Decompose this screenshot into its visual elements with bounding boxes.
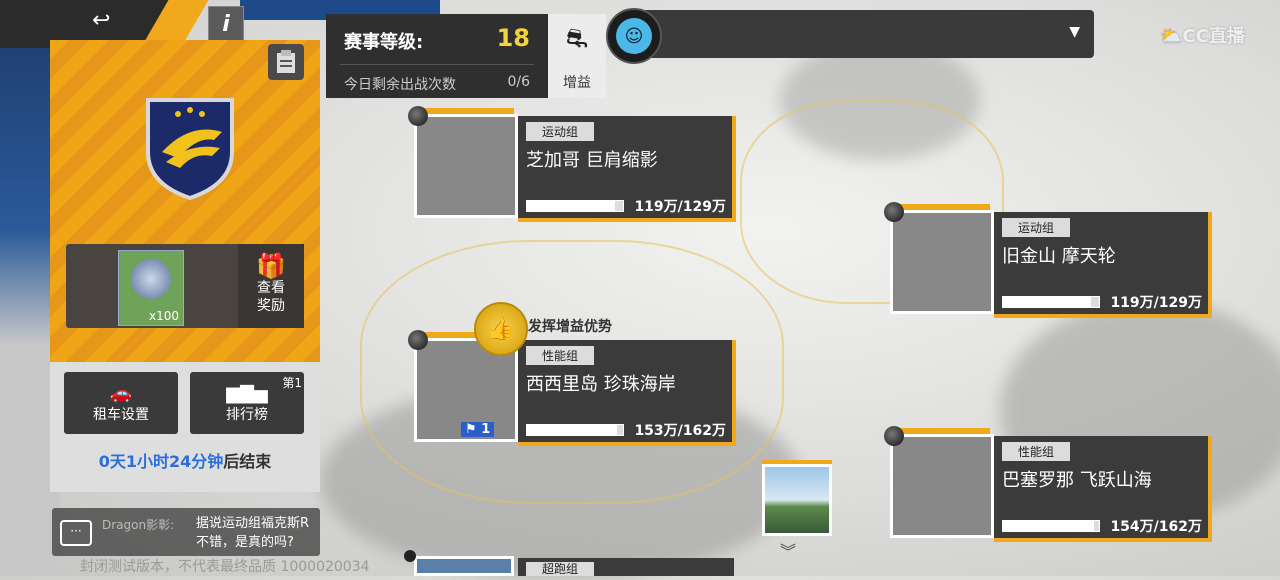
car-rental-label: 租车设置 [93, 406, 149, 423]
race-info: 性能组 巴塞罗那 飞跃山海 154万/162万 [994, 436, 1212, 542]
view-rewards-label-1: 查看 [257, 280, 285, 296]
reward-item[interactable]: x100 [118, 250, 184, 326]
race-title: 芝加哥 巨肩缩影 [526, 150, 658, 171]
locked-race-thumbnail[interactable] [762, 464, 832, 536]
rank-badge: 第1 [282, 376, 302, 390]
back-arrow-icon: ↩ [92, 8, 111, 33]
chevron-down-icon[interactable]: ︾ [780, 538, 796, 562]
race-thumbnail [414, 114, 518, 218]
clipboard-icon [277, 50, 295, 73]
score-bar-fill [1003, 297, 1092, 307]
pin-icon [884, 202, 904, 222]
race-thumbnail [890, 210, 994, 314]
score-bar-fill [527, 201, 616, 211]
watermark: 封闭测试版本，不代表最终品质 1000020034 [80, 559, 370, 575]
thumbs-up-icon: 👍 [474, 302, 528, 356]
race-class-tag: 运动组 [526, 122, 595, 141]
race-thumbnail [890, 434, 994, 538]
info-icon: i [222, 11, 230, 37]
race-card-sicily[interactable]: ⚑ 1 性能组 西西里岛 珍珠海岸 153万/162万 [408, 330, 738, 448]
race-title: 旧金山 摩天轮 [1002, 246, 1116, 267]
buff-label: 增益 [563, 75, 591, 91]
pin-icon [404, 550, 416, 562]
gift-icon: 🎁 [256, 252, 286, 280]
race-class-tag: 运动组 [1002, 218, 1071, 237]
score-bar [526, 200, 624, 212]
divider [340, 64, 534, 65]
countdown: 0天1小时24分钟后结束 [50, 448, 320, 472]
countdown-suffix: 后结束 [223, 452, 272, 471]
race-info: 超跑组 [518, 558, 734, 576]
chat-message: 据说运动组福克斯R 不错，是真的吗? [196, 514, 320, 552]
player-count: 1 [481, 422, 491, 437]
advantage-label: 发挥增益优势 [528, 319, 612, 335]
reward-box: x100 🎁 查看 奖励 [66, 244, 304, 328]
dropdown-bar[interactable]: ▼ [636, 10, 1094, 58]
event-panel: x100 🎁 查看 奖励 🚗 租车设置 第1 ▆▇▅ 排行榜 0天1小时24分钟… [50, 40, 320, 492]
race-class-tag: 性能组 [526, 346, 595, 365]
race-title: 巴塞罗那 飞跃山海 [1002, 470, 1152, 491]
chat-line-1: 据说运动组福克斯R [196, 516, 310, 531]
race-card-san-francisco[interactable]: 运动组 旧金山 摩天轮 119万/129万 [884, 202, 1214, 320]
race-score: 119万/129万 [634, 199, 726, 215]
chat-box[interactable]: ··· Dragon影彰: 据说运动组福克斯R 不错，是真的吗? [52, 508, 320, 556]
event-level-label: 赛事等级: [344, 32, 424, 53]
race-info: 性能组 西西里岛 珍珠海岸 153万/162万 [518, 340, 736, 446]
score-bar [1002, 520, 1100, 532]
race-title: 西西里岛 珍珠海岸 [526, 374, 676, 395]
event-level-value: 18 [496, 24, 530, 52]
view-rewards-label-2: 奖励 [257, 298, 285, 314]
logo-text: CC直播 [1182, 26, 1245, 47]
car-icon: 🚗 [109, 382, 133, 404]
chat-sender: Dragon影彰: [102, 518, 175, 532]
race-class-tag: 性能组 [1002, 442, 1071, 461]
car-rental-button[interactable]: 🚗 租车设置 [64, 372, 178, 434]
race-score: 119万/129万 [1110, 295, 1202, 311]
coin-icon [131, 259, 171, 299]
race-card-partial[interactable]: 超跑组 [404, 550, 734, 576]
reward-quantity: x100 [148, 309, 179, 323]
player-count-badge: ⚑ 1 [461, 422, 495, 437]
buff-button[interactable]: ⛐ 增益 [548, 14, 606, 98]
race-thumbnail [414, 556, 514, 576]
clipboard-button[interactable] [268, 44, 304, 80]
pin-icon [408, 330, 428, 350]
race-card-chicago[interactable]: 运动组 芝加哥 巨肩缩影 119万/129万 [408, 106, 738, 224]
score-bar-fill [527, 425, 618, 435]
avatar[interactable]: ☺ [606, 8, 662, 64]
event-emblem-icon [146, 98, 234, 201]
race-card-barcelona[interactable]: 性能组 巴塞罗那 飞跃山海 154万/162万 [884, 426, 1214, 544]
race-class-tag: 超跑组 [526, 562, 595, 576]
caret-down-icon: ▼ [1069, 24, 1080, 40]
logo: ⛅CC直播 [1160, 26, 1245, 47]
pin-icon [408, 106, 428, 126]
remaining-attempts-value: 0/6 [507, 74, 530, 90]
view-rewards-button[interactable]: 🎁 查看 奖励 [238, 244, 304, 328]
leaderboard-button[interactable]: 第1 ▆▇▅ 排行榜 [190, 372, 304, 434]
podium-icon: ▆▇▅ [226, 382, 268, 404]
race-score: 154万/162万 [1110, 519, 1202, 535]
event-status: 赛事等级: 18 今日剩余出战次数 0/6 [326, 14, 548, 98]
countdown-time: 0天1小时24分钟 [98, 452, 224, 471]
chat-icon: ··· [60, 520, 92, 546]
pin-icon [884, 426, 904, 446]
avatar-face-icon: ☺ [616, 18, 652, 54]
remaining-attempts-label: 今日剩余出战次数 [344, 77, 456, 93]
score-bar [1002, 296, 1100, 308]
score-bar-fill [1003, 521, 1095, 531]
players-icon: ⚑ [465, 422, 477, 437]
race-info: 运动组 旧金山 摩天轮 119万/129万 [994, 212, 1212, 318]
race-score: 153万/162万 [634, 423, 726, 439]
score-bar [526, 424, 624, 436]
info-button[interactable]: i [208, 6, 244, 42]
race-info: 运动组 芝加哥 巨肩缩影 119万/129万 [518, 116, 736, 222]
leaderboard-label: 排行榜 [226, 406, 268, 423]
chat-line-2: 不错，是真的吗? [196, 535, 294, 550]
road-buff-icon: ⛐ [565, 24, 589, 54]
